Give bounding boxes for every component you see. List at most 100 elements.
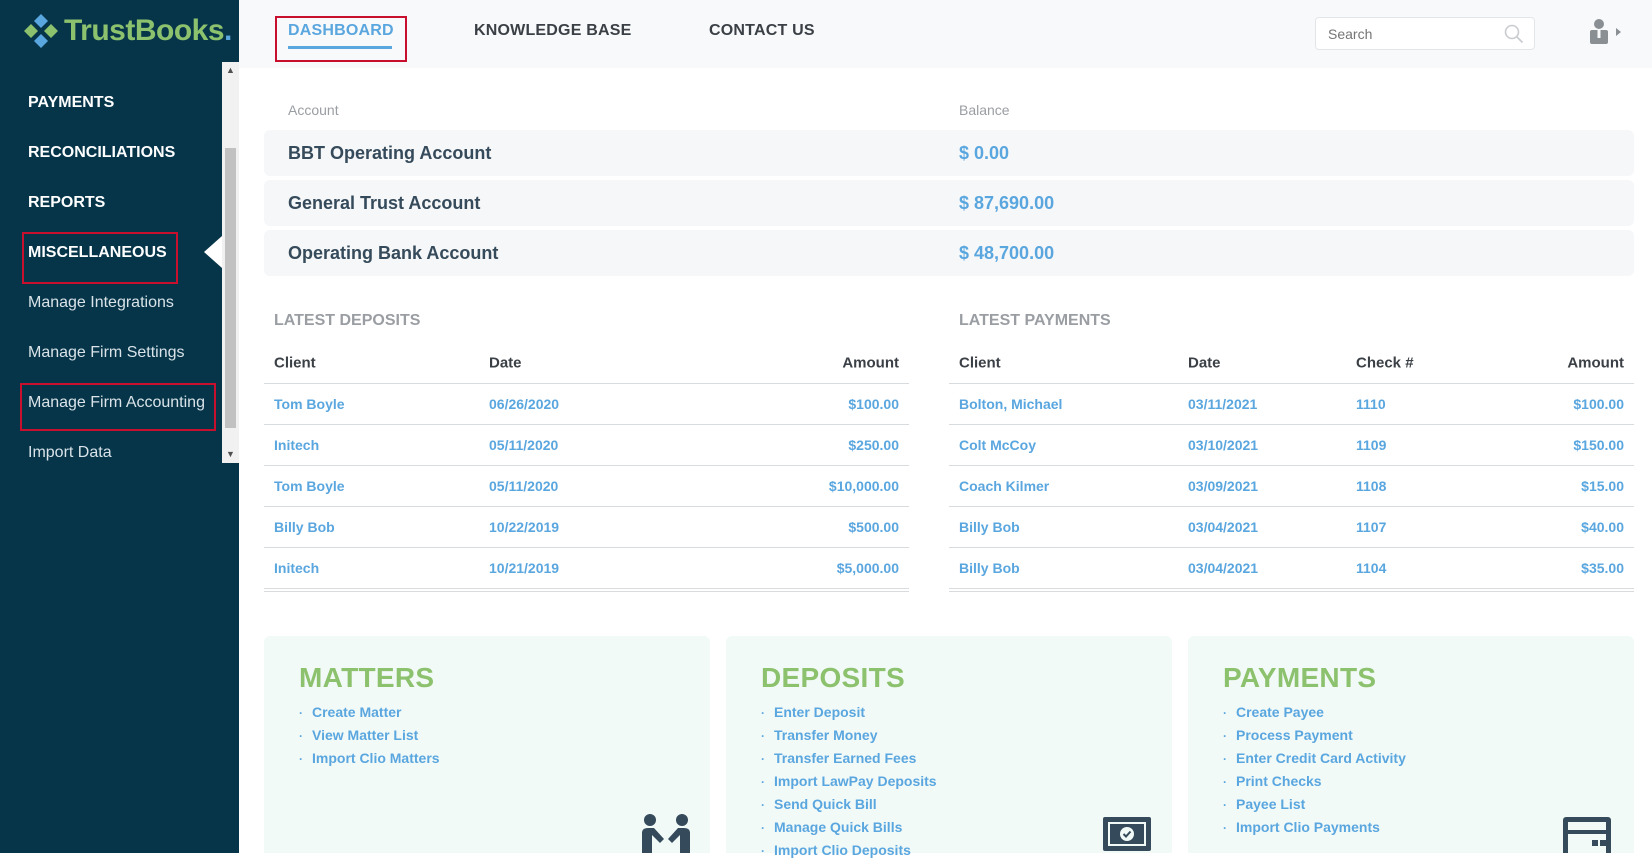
- table-row[interactable]: Billy Bob 03/04/2021 1104 $35.00: [949, 548, 1634, 589]
- link-enter-deposit[interactable]: · Enter Deposit: [761, 704, 937, 727]
- deposit-amount: $250.00: [848, 437, 899, 453]
- payment-check-number: 1104: [1356, 560, 1387, 576]
- scroll-down-arrow-icon[interactable]: ▼: [222, 446, 239, 463]
- table-row[interactable]: Tom Boyle 06/26/2020 $100.00: [264, 384, 909, 425]
- search-input[interactable]: [1328, 18, 1498, 49]
- table-row[interactable]: Bolton, Michael 03/11/2021 1110 $100.00: [949, 384, 1634, 425]
- sidebar-scrollbar[interactable]: ▲ ▼: [222, 62, 239, 463]
- col-client: Client: [274, 354, 316, 371]
- scroll-up-arrow-icon[interactable]: ▲: [222, 62, 239, 79]
- latest-deposits-table: LATEST DEPOSITS Client Date Amount Tom B…: [264, 308, 909, 592]
- top-navbar: DASHBOARD KNOWLEDGE BASE CONTACT US: [239, 0, 1652, 68]
- table-row[interactable]: Initech 10/21/2019 $5,000.00: [264, 548, 909, 589]
- table-end-rule: [264, 589, 909, 592]
- deposit-date: 05/11/2020: [489, 437, 559, 453]
- link-import-clio-matters[interactable]: · Import Clio Matters: [299, 750, 440, 773]
- deposit-client-link[interactable]: Tom Boyle: [274, 396, 345, 412]
- active-section-caret: [204, 236, 222, 268]
- payment-amount: $35.00: [1581, 560, 1624, 576]
- payment-client-link[interactable]: Billy Bob: [959, 519, 1020, 535]
- deposit-amount: $5,000.00: [836, 560, 899, 576]
- payment-check-number: 1110: [1356, 396, 1386, 412]
- table-row[interactable]: Colt McCoy 03/10/2021 1109 $150.00: [949, 425, 1634, 466]
- account-row[interactable]: BBT Operating Account $ 0.00: [264, 130, 1634, 176]
- logo[interactable]: TrustBooks.: [22, 12, 232, 50]
- payment-amount: $150.00: [1573, 437, 1624, 453]
- sidebar-item-manage-firm-settings[interactable]: Manage Firm Settings: [0, 328, 222, 378]
- table-row[interactable]: Tom Boyle 05/11/2020 $10,000.00: [264, 466, 909, 507]
- highlight-box-manage-firm-accounting: [20, 383, 216, 431]
- link-import-clio-payments[interactable]: · Import Clio Payments: [1223, 819, 1406, 842]
- deposit-client-link[interactable]: Initech: [274, 437, 319, 453]
- deposit-date: 10/22/2019: [489, 519, 560, 535]
- tab-knowledge-base[interactable]: KNOWLEDGE BASE: [474, 22, 631, 40]
- account-row[interactable]: General Trust Account $ 87,690.00: [264, 180, 1634, 226]
- deposits-card: DEPOSITS · Enter Deposit · Transfer Money …: [726, 636, 1172, 858]
- link-send-quick-bill[interactable]: · Send Quick Bill: [761, 796, 937, 819]
- link-view-matter-list[interactable]: · View Matter List: [299, 727, 440, 750]
- sidebar-item-import-data[interactable]: Import Data: [0, 428, 222, 478]
- link-process-payment[interactable]: · Process Payment: [1223, 727, 1406, 750]
- user-menu-caret-icon[interactable]: [1616, 28, 1621, 36]
- sidebar-item-manage-integrations[interactable]: Manage Integrations: [0, 278, 222, 328]
- deposit-client-link[interactable]: Tom Boyle: [274, 478, 345, 494]
- search-icon[interactable]: [1504, 24, 1524, 44]
- link-import-clio-deposits[interactable]: · Import Clio Deposits: [761, 842, 937, 865]
- accounts-col-balance: Balance: [959, 102, 1010, 118]
- sidebar-item-reconciliations[interactable]: RECONCILIATIONS: [0, 128, 222, 178]
- payment-client-link[interactable]: Billy Bob: [959, 560, 1020, 576]
- col-check: Check #: [1356, 354, 1414, 371]
- link-import-lawpay-deposits[interactable]: · Import LawPay Deposits: [761, 773, 937, 796]
- logo-text: TrustBooks.: [64, 14, 232, 47]
- payment-client-link[interactable]: Colt McCoy: [959, 437, 1036, 453]
- account-name: BBT Operating Account: [288, 143, 492, 163]
- table-row[interactable]: Initech 05/11/2020 $250.00: [264, 425, 909, 466]
- table-row[interactable]: Coach Kilmer 03/09/2021 1108 $15.00: [949, 466, 1634, 507]
- deposit-date: 10/21/2019: [489, 560, 560, 576]
- payment-client-link[interactable]: Coach Kilmer: [959, 478, 1049, 494]
- deposit-amount: $100.00: [848, 396, 899, 412]
- link-transfer-earned-fees[interactable]: · Transfer Earned Fees: [761, 750, 937, 773]
- sidebar-item-reports[interactable]: REPORTS: [0, 178, 222, 228]
- account-balance: $ 0.00: [959, 143, 1010, 163]
- table-row[interactable]: Billy Bob 03/04/2021 1107 $40.00: [949, 507, 1634, 548]
- payment-check-number: 1107: [1356, 519, 1387, 535]
- scrollbar-thumb[interactable]: [225, 148, 236, 428]
- link-enter-credit-card-activity[interactable]: · Enter Credit Card Activity: [1223, 750, 1406, 773]
- payment-amount: $15.00: [1581, 478, 1624, 494]
- payment-date: 03/04/2021: [1188, 560, 1259, 576]
- link-manage-quick-bills[interactable]: · Manage Quick Bills: [761, 819, 937, 842]
- account-name: General Trust Account: [288, 193, 481, 213]
- payments-card: PAYMENTS · Create Payee · Process Payment …: [1188, 636, 1634, 853]
- sidebar-item-payments[interactable]: PAYMENTS: [0, 78, 222, 128]
- col-date: Date: [489, 354, 522, 371]
- table-header: Client Date Check # Amount: [949, 342, 1634, 384]
- matters-links: · Create Matter · View Matter List · Import…: [299, 704, 440, 773]
- highlight-box-miscellaneous: [22, 232, 178, 284]
- tab-contact-us[interactable]: CONTACT US: [709, 22, 815, 40]
- link-create-matter[interactable]: · Create Matter: [299, 704, 440, 727]
- payment-amount: $40.00: [1581, 519, 1624, 535]
- payment-client-link[interactable]: Bolton, Michael: [959, 396, 1062, 412]
- account-row[interactable]: Operating Bank Account $ 48,700.00: [264, 230, 1634, 276]
- payment-amount: $100.00: [1573, 396, 1624, 412]
- link-print-checks[interactable]: · Print Checks: [1223, 773, 1406, 796]
- accounts-summary: Account Balance BBT Operating Account $ …: [264, 100, 1634, 280]
- col-client: Client: [959, 354, 1001, 371]
- deposit-amount: $10,000.00: [828, 478, 899, 494]
- user-avatar-icon[interactable]: [1588, 18, 1610, 46]
- logo-diamond-icon: [24, 14, 58, 48]
- link-transfer-money[interactable]: · Transfer Money: [761, 727, 937, 750]
- deposit-client-link[interactable]: Billy Bob: [274, 519, 335, 535]
- link-create-payee[interactable]: · Create Payee: [1223, 704, 1406, 727]
- accounts-col-account: Account: [288, 102, 339, 118]
- money-icon: [1103, 817, 1151, 851]
- deposit-client-link[interactable]: Initech: [274, 560, 319, 576]
- payments-card-title: PAYMENTS: [1223, 662, 1377, 693]
- table-row[interactable]: Billy Bob 10/22/2019 $500.00: [264, 507, 909, 548]
- payment-date: 03/10/2021: [1188, 437, 1259, 453]
- payment-date: 03/11/2021: [1188, 396, 1258, 412]
- payment-check-number: 1108: [1356, 478, 1387, 494]
- sidebar: TrustBooks. PAYMENTS RECONCILIATIONS REP…: [0, 0, 239, 853]
- link-payee-list[interactable]: · Payee List: [1223, 796, 1406, 819]
